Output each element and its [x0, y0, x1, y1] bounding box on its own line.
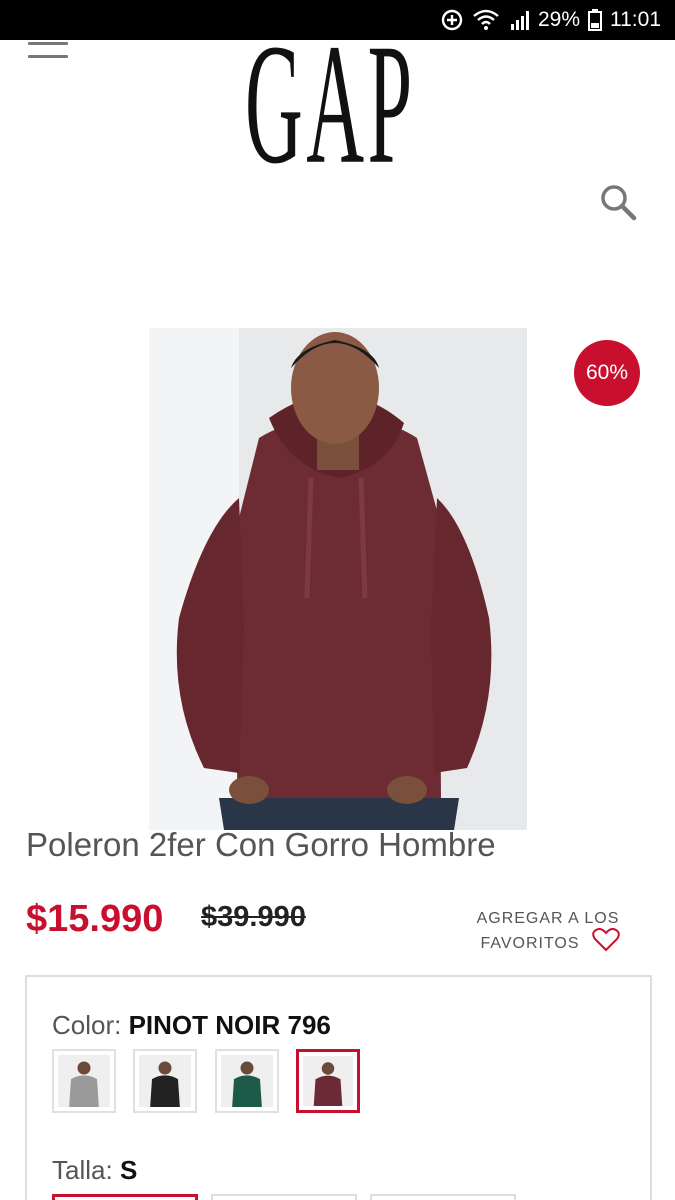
- product-image[interactable]: [149, 328, 527, 830]
- product-title: Poleron 2fer Con Gorro Hombre: [26, 826, 496, 863]
- battery-icon: [588, 9, 602, 31]
- size-label-text: Talla:: [52, 1155, 113, 1185]
- size-option[interactable]: [370, 1194, 516, 1200]
- clock: 11:01: [610, 8, 661, 31]
- size-label: Talla: S: [52, 1155, 137, 1186]
- data-saver-icon: [440, 8, 464, 32]
- sale-price: $15.990: [26, 898, 164, 940]
- signal-icon: [510, 9, 530, 31]
- menu-icon[interactable]: [28, 40, 68, 62]
- wifi-icon: [472, 8, 502, 32]
- color-label-text: Color:: [52, 1010, 122, 1040]
- color-swatch-grey[interactable]: [52, 1049, 116, 1113]
- color-swatch-green[interactable]: [215, 1049, 279, 1113]
- size-option[interactable]: [52, 1194, 198, 1200]
- battery-percent: 29%: [537, 8, 580, 31]
- original-price: $39.990: [201, 901, 306, 933]
- status-icons: 29% 11:01: [440, 8, 661, 32]
- discount-badge: 60%: [574, 340, 640, 406]
- gap-logo[interactable]: GAP: [245, 18, 435, 178]
- color-label: Color: PINOT NOIR 796: [52, 1010, 331, 1041]
- logo-text: GAP: [245, 18, 416, 178]
- selected-size: S: [119, 1155, 138, 1185]
- color-swatch-pinot-noir[interactable]: [296, 1049, 360, 1113]
- search-icon[interactable]: [598, 182, 638, 222]
- selected-color: PINOT NOIR 796: [128, 1010, 331, 1040]
- color-swatch-black[interactable]: [133, 1049, 197, 1113]
- heart-icon[interactable]: [592, 928, 620, 952]
- size-option[interactable]: [211, 1194, 357, 1200]
